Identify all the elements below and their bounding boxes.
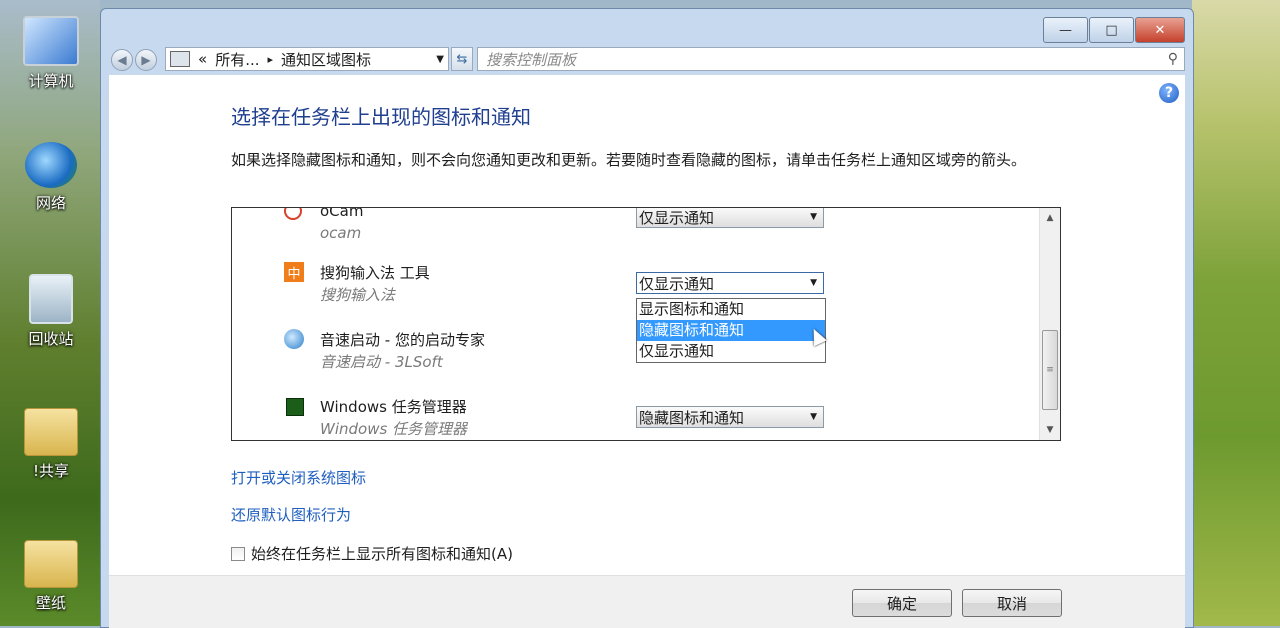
desktop-icon-recycle-bin[interactable]: 回收站 bbox=[8, 274, 94, 349]
item-subtitle: 音速启动 - 3LSoft bbox=[320, 353, 443, 371]
search-placeholder: 搜索控制面板 bbox=[486, 50, 577, 69]
behavior-dropdown-menu: 显示图标和通知 隐藏图标和通知 仅显示通知 bbox=[636, 298, 826, 363]
desktop-icon-label: 网络 bbox=[35, 194, 66, 212]
computer-icon bbox=[23, 16, 79, 66]
sogou-icon: 中 bbox=[284, 262, 304, 282]
list-item: oCam ocam 仅显示通知 ▼ bbox=[232, 207, 1040, 256]
dropdown-option[interactable]: 仅显示通知 bbox=[637, 341, 825, 362]
vstart-icon bbox=[284, 329, 304, 349]
dropdown-option-selected[interactable]: 隐藏图标和通知 bbox=[637, 320, 825, 341]
list-item: Windows 任务管理器 Windows 任务管理器 隐藏图标和通知 ▼ bbox=[232, 390, 1040, 440]
address-bar: ◀ ▶ « 所有... ▸ 通知区域图标 ▼ ⇆ 搜索控制面板 ⚲ bbox=[109, 47, 1185, 73]
scrollbar-thumb[interactable]: ≡ bbox=[1042, 330, 1058, 410]
scroll-down-arrow-icon[interactable]: ▼ bbox=[1040, 422, 1060, 438]
chevron-down-icon[interactable]: ▼ bbox=[436, 54, 444, 65]
breadcrumb-separator[interactable]: ▸ bbox=[268, 53, 274, 66]
taskmgr-icon-shape bbox=[286, 398, 304, 416]
desktop-icon-share[interactable]: !共享 bbox=[8, 408, 94, 481]
ok-button[interactable]: 确定 bbox=[852, 589, 952, 617]
item-subtitle: 搜狗输入法 bbox=[320, 286, 396, 304]
scroll-up-arrow-icon[interactable]: ▲ bbox=[1040, 210, 1060, 226]
ocam-icon-shape bbox=[284, 208, 302, 220]
main-content: ? 选择在任务栏上出现的图标和通知 如果选择隐藏图标和通知，则不会向您通知更改和… bbox=[109, 75, 1185, 575]
control-panel-icon bbox=[170, 51, 190, 67]
always-show-row[interactable]: 始终在任务栏上显示所有图标和通知(A) bbox=[231, 543, 513, 564]
page-description: 如果选择隐藏图标和通知，则不会向您通知更改和更新。若要随时查看隐藏的图标，请单击… bbox=[231, 151, 1027, 169]
behavior-select[interactable]: 仅显示通知 ▼ bbox=[636, 208, 824, 228]
item-name: oCam bbox=[320, 207, 364, 220]
behavior-select[interactable]: 仅显示通知 ▼ bbox=[636, 272, 824, 294]
desktop-background-right bbox=[1192, 0, 1280, 626]
desktop-icon-label: 回收站 bbox=[28, 330, 74, 348]
refresh-button[interactable]: ⇆ bbox=[451, 47, 473, 71]
restore-defaults-link[interactable]: 还原默认图标行为 bbox=[231, 504, 351, 525]
taskmgr-icon bbox=[284, 396, 304, 416]
behavior-select[interactable]: 隐藏图标和通知 ▼ bbox=[636, 406, 824, 428]
item-name: Windows 任务管理器 bbox=[320, 398, 467, 416]
refresh-icon: ⇆ bbox=[456, 51, 468, 67]
folder-shortcut-icon bbox=[24, 540, 78, 588]
back-arrow-icon: ◀ bbox=[117, 53, 127, 67]
breadcrumb[interactable]: « 所有... ▸ 通知区域图标 ▼ bbox=[165, 47, 449, 71]
chevron-down-icon: ▼ bbox=[810, 212, 817, 222]
network-icon bbox=[25, 142, 77, 188]
help-icon[interactable]: ? bbox=[1159, 83, 1179, 103]
vstart-icon-shape bbox=[284, 329, 304, 349]
notification-icons-list[interactable]: oCam ocam 仅显示通知 ▼ 中 搜狗输入法 工具 搜狗输入法 仅显示通知… bbox=[231, 207, 1061, 441]
desktop-icon-label: !共享 bbox=[32, 462, 69, 480]
folder-shortcut-icon bbox=[24, 408, 78, 456]
desktop-icon-network[interactable]: 网络 bbox=[8, 142, 94, 213]
back-button[interactable]: ◀ bbox=[111, 49, 133, 71]
search-icon[interactable]: ⚲ bbox=[1168, 51, 1178, 67]
desktop-icon-computer[interactable]: 计算机 bbox=[8, 16, 94, 91]
behavior-select-value: 仅显示通知 bbox=[639, 274, 715, 293]
maximize-button[interactable]: □ bbox=[1089, 17, 1134, 43]
item-subtitle: ocam bbox=[320, 224, 362, 242]
desktop-icon-label: 计算机 bbox=[28, 72, 74, 90]
search-input[interactable]: 搜索控制面板 ⚲ bbox=[477, 47, 1185, 71]
ocam-icon bbox=[284, 208, 304, 222]
desktop-icon-label: 壁纸 bbox=[35, 594, 66, 612]
breadcrumb-chevron[interactable]: « bbox=[198, 50, 207, 68]
dropdown-option[interactable]: 显示图标和通知 bbox=[637, 299, 825, 320]
control-panel-window: — □ ✕ ◀ ▶ « 所有... ▸ 通知区域图标 ▼ ⇆ 搜索控制面板 ⚲ … bbox=[100, 8, 1194, 628]
page-title: 选择在任务栏上出现的图标和通知 bbox=[231, 105, 531, 129]
item-name: 搜狗输入法 工具 bbox=[320, 264, 430, 282]
always-show-checkbox[interactable] bbox=[231, 546, 245, 561]
dialog-footer: 确定 取消 bbox=[109, 575, 1185, 628]
desktop-icon-wallpaper[interactable]: 壁纸 bbox=[8, 540, 94, 613]
item-name: 音速启动 - 您的启动专家 bbox=[320, 331, 485, 349]
title-bar[interactable]: — □ ✕ bbox=[101, 9, 1193, 47]
recycle-bin-icon bbox=[29, 274, 73, 324]
behavior-select-value: 隐藏图标和通知 bbox=[639, 408, 745, 427]
always-show-label[interactable]: 始终在任务栏上显示所有图标和通知(A) bbox=[251, 543, 513, 564]
close-button[interactable]: ✕ bbox=[1135, 17, 1185, 43]
chevron-down-icon: ▼ bbox=[810, 278, 817, 288]
system-icons-link[interactable]: 打开或关闭系统图标 bbox=[231, 467, 366, 488]
minimize-button[interactable]: — bbox=[1043, 17, 1088, 43]
item-subtitle: Windows 任务管理器 bbox=[320, 420, 468, 438]
forward-button[interactable]: ▶ bbox=[135, 49, 157, 71]
vertical-scrollbar[interactable]: ▲ ≡ ▼ bbox=[1039, 208, 1060, 440]
breadcrumb-all-items[interactable]: 所有... bbox=[215, 49, 259, 70]
forward-arrow-icon: ▶ bbox=[141, 53, 151, 67]
chevron-down-icon: ▼ bbox=[810, 412, 817, 422]
cancel-button[interactable]: 取消 bbox=[962, 589, 1062, 617]
behavior-select-value: 仅显示通知 bbox=[639, 208, 715, 227]
breadcrumb-notification-icons[interactable]: 通知区域图标 bbox=[281, 49, 371, 70]
